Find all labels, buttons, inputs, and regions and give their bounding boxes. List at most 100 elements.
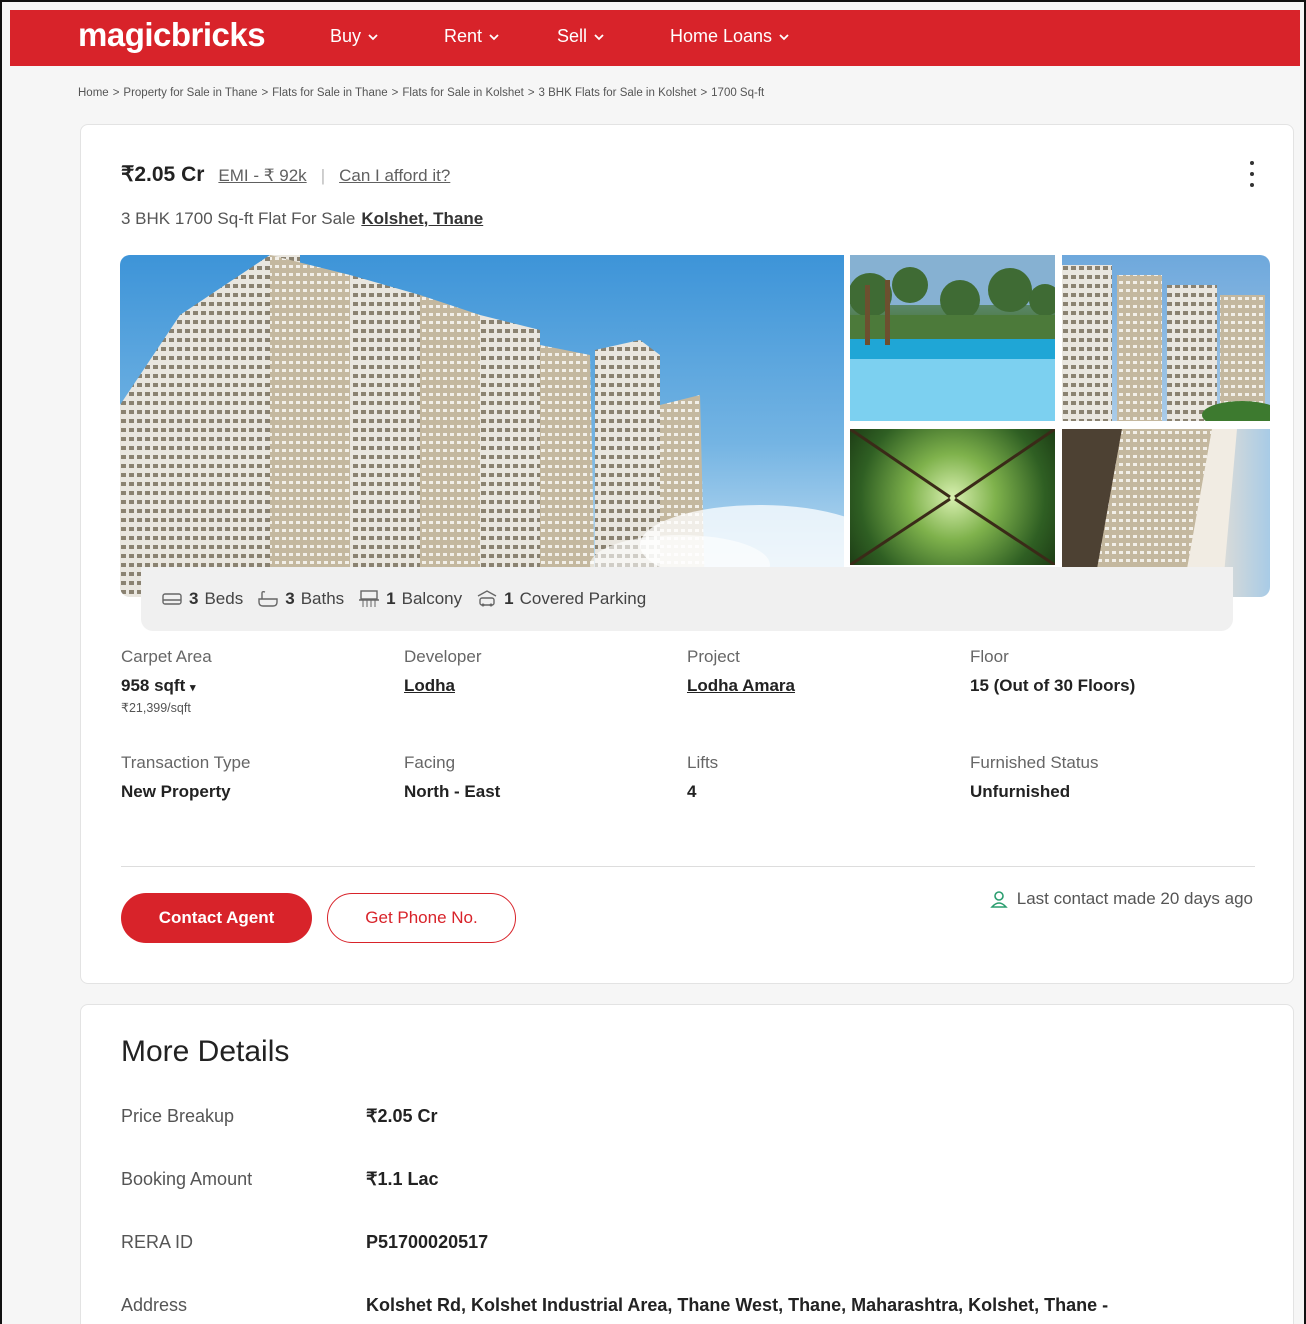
divider-pipe: | <box>320 166 326 185</box>
balcony-info: 1 Balcony <box>358 589 462 609</box>
chevron-down-icon <box>368 33 378 40</box>
detail-value: ₹1.1 Lac <box>366 1169 439 1189</box>
user-icon <box>989 891 1008 908</box>
balcony-label: Balcony <box>401 589 463 608</box>
nav-label: Sell <box>557 26 588 46</box>
chevron-down-icon <box>489 33 499 40</box>
carpet-area-label: Carpet Area <box>121 647 212 666</box>
balcony-icon <box>359 590 380 607</box>
lifts-label: Lifts <box>687 753 719 772</box>
project-link[interactable]: Lodha Amara <box>687 676 967 696</box>
nav-label: Rent <box>444 26 483 46</box>
detail-key: Booking Amount <box>121 1169 253 1189</box>
magicbricks-logo[interactable]: magicbricks <box>78 16 266 54</box>
facing: Facing North - East <box>404 753 684 802</box>
towers-illustration <box>120 255 844 597</box>
project-label: Project <box>687 647 740 666</box>
detail-key: Price Breakup <box>121 1106 235 1126</box>
developer-link[interactable]: Lodha <box>404 676 684 696</box>
chevron-down-icon <box>779 33 789 40</box>
nav-label: Buy <box>330 26 362 46</box>
breadcrumb-current: 1700 Sq-ft <box>711 87 765 99</box>
get-phone-button[interactable]: Get Phone No. <box>327 893 516 943</box>
carpet-area: Carpet Area 958 sqft ▾ ₹21,399/sqft <box>121 647 401 715</box>
main-photo[interactable] <box>120 255 844 597</box>
location-link[interactable]: Kolshet, Thane <box>361 209 483 228</box>
breadcrumb-3bhk-kolshet[interactable]: 3 BHK Flats for Sale in Kolshet <box>539 87 697 99</box>
pool-illustration <box>850 255 1055 421</box>
lifts-value: 4 <box>687 782 697 801</box>
kebab-menu-icon[interactable] <box>1247 161 1257 187</box>
pool-photo[interactable] <box>850 255 1055 421</box>
price-row: ₹2.05 Cr EMI - ₹ 92k | Can I afford it? <box>121 162 450 187</box>
transaction-value: New Property <box>121 782 231 801</box>
furnished-value: Unfurnished <box>970 782 1071 801</box>
beds-info: 3 Beds <box>161 589 243 609</box>
nav-home-loans[interactable]: Home Loans <box>670 26 790 47</box>
carpet-area-text: 958 sqft <box>121 676 186 695</box>
price-per-sqft: ₹21,399/sqft <box>121 701 191 715</box>
listing-card: ₹2.05 Cr EMI - ₹ 92k | Can I afford it? … <box>80 124 1294 984</box>
project: Project Lodha Amara <box>687 647 967 696</box>
detail-row: Price Breakup ₹2.05 Cr <box>121 1106 438 1127</box>
trees-illustration <box>850 429 1055 565</box>
parking-info: 1 Covered Parking <box>476 589 646 609</box>
listing-subtitle: 3 BHK 1700 Sq-ft Flat For Sale Kolshet, T… <box>121 209 483 229</box>
breadcrumb-flats-kolshet[interactable]: Flats for Sale in Kolshet <box>402 87 523 99</box>
nav-sell[interactable]: Sell <box>557 26 605 47</box>
transaction-label: Transaction Type <box>121 753 251 772</box>
breadcrumb-separator: > <box>527 87 535 99</box>
afford-link[interactable]: Can I afford it? <box>339 166 450 186</box>
contact-agent-button[interactable]: Contact Agent <box>121 893 312 943</box>
amenities-bar: 3 Beds 3 Baths 1 Balcony 1 Covered Parking <box>141 567 1233 631</box>
breadcrumb-separator: > <box>261 87 269 99</box>
tower-photo[interactable] <box>1062 255 1270 421</box>
floor-label: Floor <box>970 647 1009 666</box>
emi-link[interactable]: EMI - ₹ 92k <box>218 166 306 186</box>
developer: Developer Lodha <box>404 647 684 696</box>
floor-value: 15 (Out of 30 Floors) <box>970 676 1136 695</box>
furnished-status: Furnished Status Unfurnished <box>970 753 1250 802</box>
section-divider <box>121 866 1255 867</box>
detail-value: Kolshet Rd, Kolshet Industrial Area, Tha… <box>366 1295 1109 1315</box>
breadcrumb-property-thane[interactable]: Property for Sale in Thane <box>123 87 257 99</box>
beds-label: Beds <box>204 589 244 608</box>
listing-title: 3 BHK 1700 Sq-ft Flat For Sale <box>121 209 356 228</box>
breadcrumb: Home > Property for Sale in Thane > Flats fo… <box>78 87 764 99</box>
chevron-down-icon <box>594 33 604 40</box>
carpet-area-value[interactable]: 958 sqft ▾ <box>121 676 401 696</box>
nav-label: Home Loans <box>670 26 773 46</box>
beds-count: 3 <box>189 589 199 608</box>
floor: Floor 15 (Out of 30 Floors) <box>970 647 1250 696</box>
facing-value: North - East <box>404 782 501 801</box>
breadcrumb-home[interactable]: Home <box>78 87 109 99</box>
top-navbar: magicbricks Buy Rent Sell Home Loans <box>10 10 1300 66</box>
baths-label: Baths <box>300 589 345 608</box>
baths-info: 3 Baths <box>257 589 344 609</box>
photo-gallery <box>120 255 1270 597</box>
nav-rent[interactable]: Rent <box>444 26 500 47</box>
bed-icon <box>162 593 182 605</box>
bath-icon <box>258 590 278 607</box>
chevron-down-icon: ▾ <box>189 682 196 694</box>
detail-row: Address Kolshet Rd, Kolshet Industrial A… <box>121 1295 1108 1316</box>
page-frame: magicbricks Buy Rent Sell Home Loans Hom… <box>0 0 1306 1324</box>
furnished-label: Furnished Status <box>970 753 1099 772</box>
listing-price: ₹2.05 Cr <box>121 163 205 186</box>
car-icon <box>477 590 497 607</box>
detail-key: Address <box>121 1295 188 1315</box>
detail-row: RERA ID P51700020517 <box>121 1232 488 1253</box>
nav-buy[interactable]: Buy <box>330 26 379 47</box>
baths-count: 3 <box>285 589 295 608</box>
developer-label: Developer <box>404 647 482 666</box>
tower-illustration <box>1062 265 1270 421</box>
facing-label: Facing <box>404 753 456 772</box>
detail-key: RERA ID <box>121 1232 194 1252</box>
lifts: Lifts 4 <box>687 753 967 802</box>
more-details-title: More Details <box>121 1035 290 1068</box>
breadcrumb-flats-thane[interactable]: Flats for Sale in Thane <box>272 87 388 99</box>
breadcrumb-separator: > <box>112 87 120 99</box>
trees-photo[interactable] <box>850 429 1055 565</box>
parking-label: Covered Parking <box>519 589 647 608</box>
transaction-type: Transaction Type New Property <box>121 753 401 802</box>
